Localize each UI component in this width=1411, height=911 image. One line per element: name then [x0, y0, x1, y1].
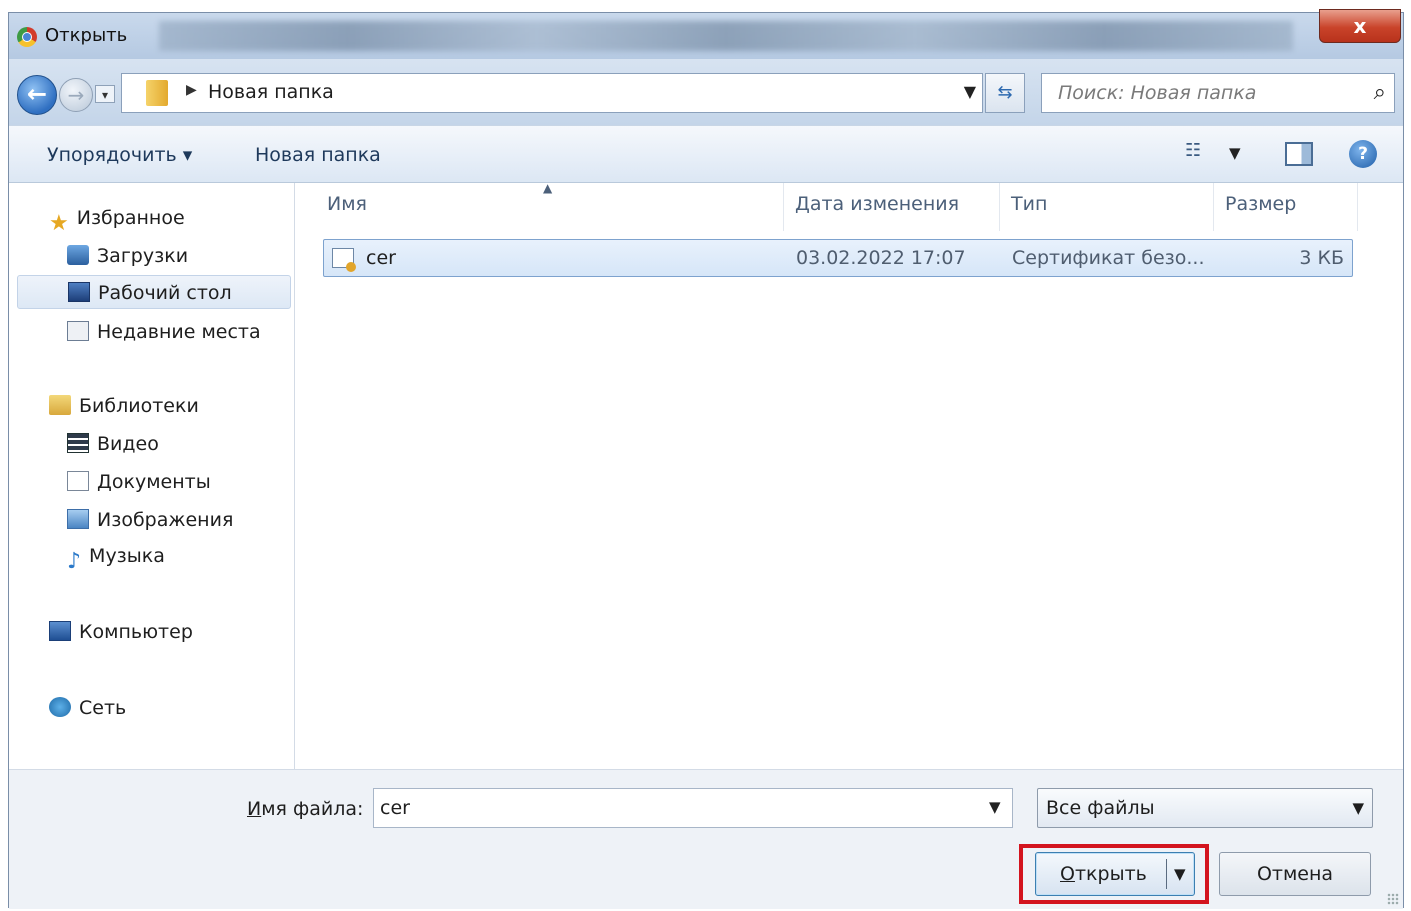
sidebar-item-documents[interactable]: Документы: [67, 465, 211, 499]
sidebar-item-label: Избранное: [76, 207, 185, 229]
folder-icon: [146, 80, 168, 106]
column-divider[interactable]: [999, 183, 1000, 231]
column-header-size[interactable]: Размер: [1225, 193, 1296, 215]
desktop-icon: [68, 281, 90, 302]
new-folder-button[interactable]: Новая папка: [255, 144, 381, 166]
file-list-pane: ▲ Имя Дата изменения Тип Размер cer 03.0…: [295, 181, 1403, 769]
sidebar-item-label: Загрузки: [97, 245, 189, 267]
sidebar-item-video[interactable]: Видео: [67, 427, 159, 461]
column-divider[interactable]: [1213, 183, 1214, 231]
blurred-taskbar-background: [159, 21, 1293, 51]
libraries-icon: [49, 394, 71, 415]
file-type-filter-select[interactable]: Все файлы ▼: [1037, 788, 1373, 828]
sidebar-item-network[interactable]: Сеть: [49, 691, 126, 725]
column-header-date[interactable]: Дата изменения: [795, 193, 959, 215]
file-date: 03.02.2022 17:07: [796, 247, 966, 269]
sidebar-item-label: Музыка: [89, 545, 165, 567]
help-icon[interactable]: ?: [1349, 140, 1377, 168]
address-dropdown-icon[interactable]: ▼: [964, 82, 976, 101]
file-size: 3 КБ: [1299, 247, 1344, 269]
file-type-filter-value: Все файлы: [1046, 797, 1155, 819]
filename-label-text: мя файла:: [261, 798, 364, 820]
sidebar-item-label: Видео: [97, 433, 159, 455]
sidebar-item-label: Компьютер: [79, 621, 193, 643]
column-header-type[interactable]: Тип: [1011, 193, 1047, 215]
filename-label: Имя файла:: [247, 798, 363, 820]
computer-icon: [49, 620, 71, 641]
search-box[interactable]: Поиск: Новая папка ⌕: [1041, 73, 1395, 113]
view-options-icon[interactable]: ☷: [1185, 140, 1215, 166]
sidebar-item-downloads[interactable]: Загрузки: [67, 239, 188, 273]
sidebar-item-favorites[interactable]: ★ Избранное: [49, 201, 185, 236]
file-name: cer: [366, 247, 396, 269]
close-button[interactable]: x: [1319, 9, 1401, 43]
preview-pane-icon[interactable]: [1285, 142, 1313, 166]
back-button[interactable]: ←: [17, 75, 57, 115]
breadcrumb-separator-icon[interactable]: ▶: [186, 82, 197, 98]
sidebar-item-recent-places[interactable]: Недавние места: [67, 315, 261, 349]
network-icon: [49, 696, 71, 717]
recent-places-icon: [67, 320, 89, 341]
sidebar-item-label: Изображения: [97, 509, 234, 531]
music-note-icon: ♪: [67, 548, 82, 574]
sidebar-item-computer[interactable]: Компьютер: [49, 615, 193, 649]
table-row[interactable]: cer 03.02.2022 17:07 Сертификат безо... …: [323, 239, 1353, 277]
column-divider[interactable]: [1357, 183, 1358, 231]
images-icon: [67, 508, 89, 529]
cancel-button[interactable]: Отмена: [1219, 852, 1371, 896]
title-bar: Открыть x: [9, 9, 1403, 59]
sidebar-item-libraries[interactable]: Библиотеки: [49, 389, 199, 423]
video-icon: [67, 432, 89, 453]
sidebar-item-label: Недавние места: [97, 321, 261, 343]
search-icon[interactable]: ⌕: [1374, 80, 1386, 105]
command-toolbar: Упорядочить ▾ Новая папка ☷ ▼ ?: [9, 125, 1403, 183]
refresh-button[interactable]: ⇆: [985, 73, 1025, 113]
navigation-pane: ★ Избранное Загрузки Рабочий стол Недавни…: [9, 183, 295, 769]
filename-input[interactable]: [373, 788, 1013, 828]
column-header-name[interactable]: Имя: [327, 193, 367, 215]
window-title: Открыть: [45, 25, 128, 46]
sidebar-item-images[interactable]: Изображения: [67, 503, 233, 537]
sort-ascending-icon: ▲: [543, 181, 553, 195]
filename-label-accesskey: И: [247, 798, 262, 820]
open-file-dialog: Открыть x ← → ▾ ▶ Новая папка ▼ ⇆ Поиск:…: [8, 9, 1404, 909]
sidebar-item-music[interactable]: ♪ Музыка: [67, 539, 165, 574]
column-divider[interactable]: [783, 183, 784, 231]
downloads-folder-icon: [67, 244, 89, 265]
file-type: Сертификат безо...: [1012, 247, 1205, 269]
sidebar-item-desktop[interactable]: Рабочий стол: [17, 275, 291, 309]
sidebar-item-label: Библиотеки: [79, 395, 199, 417]
certificate-icon: [332, 248, 356, 272]
breadcrumb-current-folder[interactable]: Новая папка: [208, 81, 334, 103]
sidebar-item-label: Сеть: [79, 697, 127, 719]
address-bar[interactable]: ▶ Новая папка ▼: [121, 73, 983, 113]
documents-icon: [67, 470, 89, 491]
red-highlight-box: [1019, 844, 1209, 904]
resize-grip-icon[interactable]: [1387, 893, 1399, 905]
history-dropdown-button[interactable]: ▾: [95, 85, 115, 103]
filename-dropdown-icon[interactable]: ▼: [989, 798, 1001, 816]
star-icon: ★: [49, 210, 69, 236]
view-dropdown-icon[interactable]: ▼: [1229, 144, 1241, 162]
sidebar-item-label: Рабочий стол: [98, 282, 232, 304]
forward-button[interactable]: →: [59, 78, 93, 112]
search-input[interactable]: Поиск: Новая папка: [1058, 82, 1256, 104]
organize-button[interactable]: Упорядочить ▾: [47, 144, 192, 166]
chevron-down-icon: ▼: [1352, 799, 1364, 817]
navigation-bar: ← → ▾ ▶ Новая папка ▼ ⇆ Поиск: Новая пап…: [9, 59, 1403, 125]
chrome-icon: [17, 27, 37, 47]
dialog-footer: Имя файла: ▼ Все файлы ▼ Открыть ▼ Отмен…: [9, 769, 1403, 909]
sidebar-item-label: Документы: [97, 471, 211, 493]
